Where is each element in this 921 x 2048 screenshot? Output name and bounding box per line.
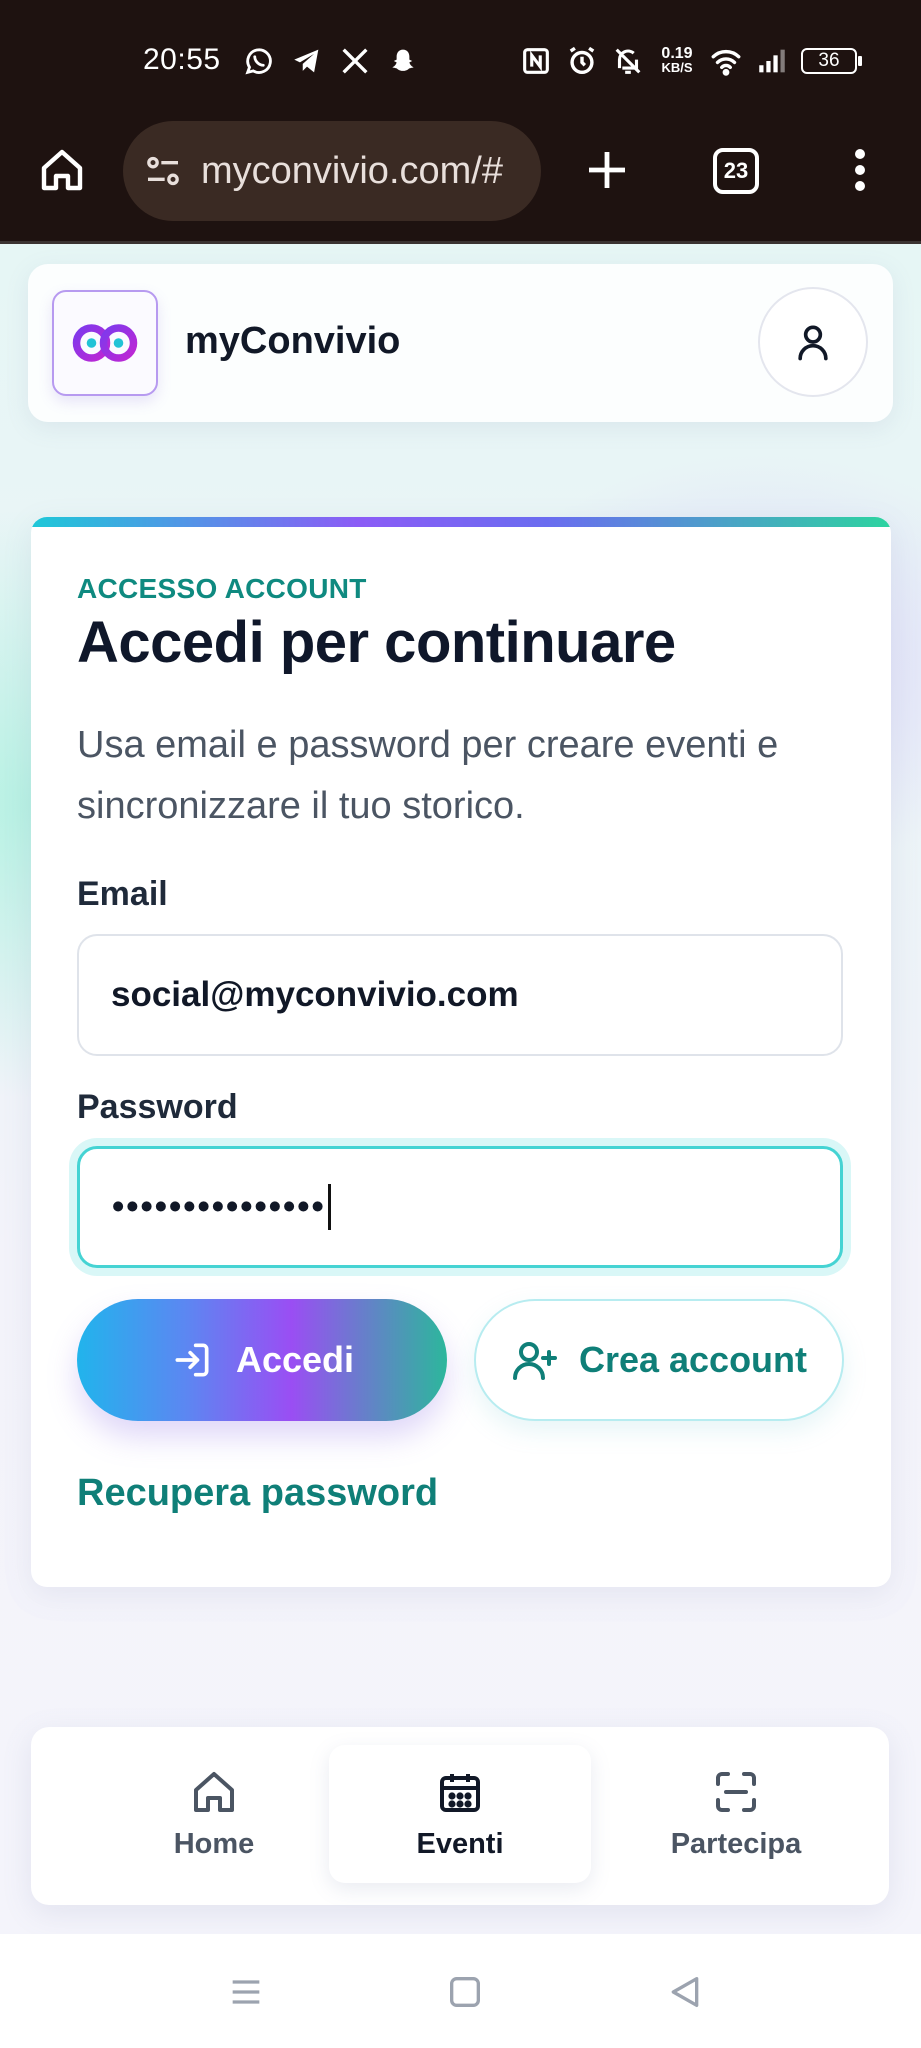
snapchat-icon: [392, 49, 414, 71]
user-icon: [798, 325, 828, 361]
status-bar: 20:55 0.19 KB/S 36: [0, 0, 921, 124]
back-icon[interactable]: [665, 1972, 705, 2012]
scan-icon: [716, 1771, 756, 1812]
calendar-icon: [440, 1773, 480, 1812]
nav-item-partecipa[interactable]: Partecipa: [605, 1745, 867, 1883]
url-text[interactable]: myconvivio.com/#: [201, 150, 521, 193]
nav-label-eventi: Eventi: [416, 1827, 504, 1860]
net-speed-unit: KB/S: [661, 60, 693, 75]
new-tab-icon[interactable]: [583, 146, 631, 194]
bottom-nav: Home Eventi Partecipa: [31, 1727, 889, 1905]
system-home-icon[interactable]: [445, 1972, 485, 2012]
nav-label-partecipa: Partecipa: [670, 1827, 802, 1860]
app-logo[interactable]: [52, 290, 158, 396]
login-icon: [175, 1343, 209, 1377]
more-vert-icon[interactable]: [842, 146, 878, 194]
login-card: ACCESSO ACCOUNT Accedi per continuare Us…: [31, 517, 891, 1587]
login-button[interactable]: Accedi: [77, 1299, 447, 1421]
user-plus-icon: [512, 1342, 557, 1380]
email-field[interactable]: social@myconvivio.com: [77, 934, 843, 1056]
card-accent-stripe: [31, 517, 891, 527]
address-bar[interactable]: myconvivio.com/#: [123, 121, 541, 221]
x-icon: [342, 48, 368, 74]
profile-button[interactable]: [758, 287, 868, 397]
nfc-icon: [523, 48, 549, 74]
battery-indicator: 36: [801, 48, 862, 74]
email-value: social@myconvivio.com: [111, 975, 519, 1014]
alarm-icon: [569, 46, 595, 75]
status-time: 20:55: [143, 43, 221, 76]
password-value: •••••••••••••••: [112, 1187, 326, 1226]
site-settings-icon[interactable]: [143, 151, 183, 191]
app-name: myConvivio: [185, 320, 401, 362]
page-title: Accedi per continuare: [77, 610, 676, 675]
tab-switcher-button[interactable]: 23: [713, 148, 759, 194]
create-account-button[interactable]: Crea account: [474, 1299, 844, 1421]
recents-menu-icon[interactable]: [226, 1972, 266, 2012]
net-speed: 0.19 KB/S: [657, 44, 697, 78]
password-field[interactable]: •••••••••••••••: [77, 1146, 843, 1268]
system-icons: 0.19 KB/S 36: [519, 44, 862, 78]
browser-home-icon[interactable]: [38, 146, 86, 194]
nav-item-home[interactable]: Home: [83, 1745, 345, 1883]
system-navigation-bar: [0, 1934, 921, 2048]
whatsapp-icon: [245, 48, 272, 75]
login-button-label: Accedi: [235, 1339, 355, 1380]
wifi-icon: [711, 49, 741, 76]
net-speed-value: 0.19: [661, 45, 693, 62]
app-header: myConvivio: [28, 264, 893, 422]
signal-icon: [759, 49, 785, 73]
mute-icon: [615, 48, 641, 74]
notification-icons: [242, 44, 420, 78]
text-caret: [327, 1184, 331, 1230]
browser-toolbar: myconvivio.com/# 23: [0, 121, 921, 244]
nav-label-home: Home: [173, 1827, 255, 1860]
create-account-label: Crea account: [578, 1339, 808, 1380]
home-icon: [194, 1771, 234, 1812]
page-description: Usa email e password per creare eventi e…: [77, 724, 779, 827]
telegram-icon: [294, 49, 319, 73]
email-label: Email: [77, 875, 168, 913]
nav-item-eventi[interactable]: Eventi: [329, 1745, 591, 1883]
password-label: Password: [77, 1088, 238, 1126]
section-eyebrow: ACCESSO ACCOUNT: [77, 573, 367, 604]
recover-password-link[interactable]: Recupera password: [77, 1472, 438, 1515]
infinity-logo-icon: [72, 324, 138, 362]
